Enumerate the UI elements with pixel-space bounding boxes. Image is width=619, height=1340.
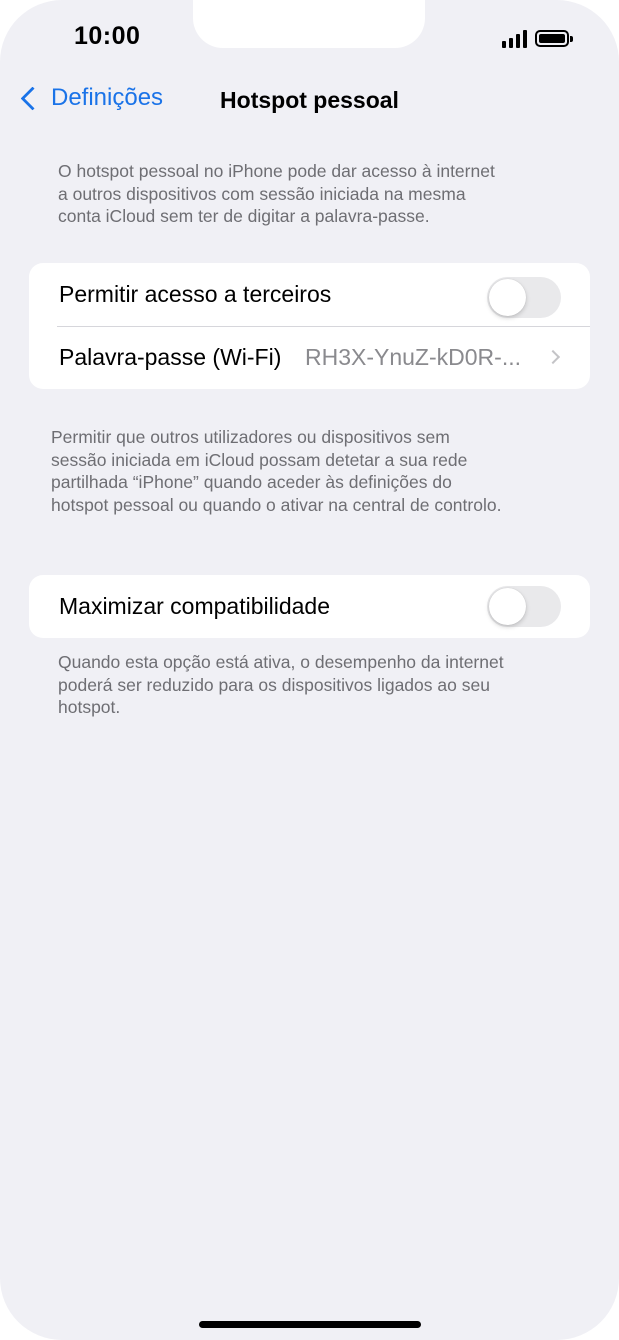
compatibility-footnote-line: hotspot. [58,697,121,717]
maximize-compatibility-row: Maximizar compatibilidade [29,575,590,638]
intro-text: O hotspot pessoal no iPhone pode dar ace… [58,160,495,228]
maximize-compatibility-label: Maximizar compatibilidade [59,593,330,619]
phone-screen: 10:00 Definições Hotspot pessoal O hotsp… [0,0,619,1340]
allow-others-label: Permitir acesso a terceiros [59,281,332,307]
allow-others-row: Permitir acesso a terceiros [29,263,590,326]
battery-full-icon [535,30,573,47]
allow-others-toggle[interactable] [487,277,561,318]
wifi-password-row[interactable]: Palavra-passe (Wi-Fi) RH3X-YnuZ-kD0R-... [29,326,590,389]
access-footnote-line: hotspot pessoal ou quando o ativar na ce… [51,494,502,515]
compatibility-footnote-line: poderá ser reduzido para os dispositivos… [58,674,490,695]
compatibility-group: Maximizar compatibilidade [29,575,590,638]
intro-text-line: a outros dispositivos com sessão iniciad… [58,183,466,204]
status-icons [502,26,573,48]
access-footnote-line: sessão iniciada em iCloud possam detetar… [51,449,468,470]
access-footnote-line: Permitir que outros utilizadores ou disp… [51,427,450,447]
toggle-knob [489,279,526,316]
access-settings-group: Permitir acesso a terceiros Palavra-pass… [29,263,590,389]
maximize-compatibility-toggle[interactable] [487,586,561,627]
navigation-bar: Definições Hotspot pessoal [0,80,619,120]
notch [193,0,425,48]
signal-bars-icon [502,30,527,48]
status-time: 10:00 [74,22,141,50]
access-footnote-line: partilhada “iPhone” quando aceder às def… [51,472,452,492]
access-footnote: Permitir que outros utilizadores ou disp… [51,426,501,516]
wifi-password-value: RH3X-YnuZ-kD0R-... [305,344,521,370]
compatibility-footnote: Quando esta opção está ativa, o desempen… [58,651,504,719]
compatibility-footnote-line: Quando esta opção está ativa, o desempen… [58,652,504,672]
home-indicator[interactable] [199,1321,421,1328]
page-title: Hotspot pessoal [220,87,399,113]
wifi-password-label: Palavra-passe (Wi-Fi) [59,344,282,370]
intro-text-line: conta iCloud sem ter de digitar a palavr… [58,206,430,226]
chevron-right-icon [545,349,561,365]
toggle-knob [489,588,526,625]
intro-text-line: O hotspot pessoal no iPhone pode dar ace… [58,161,495,181]
